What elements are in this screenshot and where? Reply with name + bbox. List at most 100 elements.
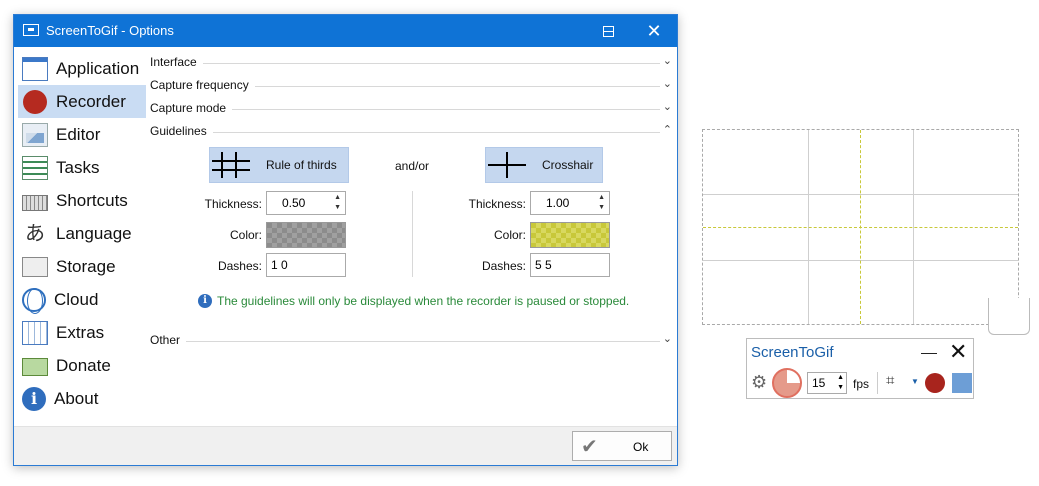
- sidebar-item-label: Cloud: [54, 289, 99, 309]
- crosshair-button[interactable]: Crosshair: [485, 147, 603, 183]
- donate-icon: [22, 358, 48, 376]
- chevron-down-icon: ⌄: [662, 55, 672, 67]
- crosshair-guideline: [703, 227, 1018, 228]
- footer-bar: ✔ Ok: [14, 426, 677, 465]
- settings-content: Interface ⌄ Capture frequency ⌄ Capture …: [150, 53, 674, 354]
- fps-label: fps: [853, 377, 870, 391]
- fps-stepper[interactable]: 15 ▲ ▼: [807, 372, 847, 394]
- dashes-label: Dashes:: [217, 259, 262, 273]
- title-bar[interactable]: ScreenToGif - Options ✕: [14, 15, 677, 47]
- rule-of-thirds-button[interactable]: Rule of thirds: [209, 147, 349, 183]
- thickness-label: Thickness:: [468, 197, 526, 211]
- section-label: Interface: [150, 55, 203, 69]
- maximize-icon: [602, 25, 614, 37]
- record-button[interactable]: [925, 373, 945, 393]
- sidebar-item-label: Tasks: [56, 157, 100, 177]
- recorder-toolbar: ScreenToGif ✕ ⚙ 15 ▲ ▼ fps ⌗ ▼: [746, 338, 974, 399]
- sidebar-item-label: Application: [56, 58, 140, 78]
- chevron-up-icon: ⌃: [662, 124, 672, 136]
- section-capture-mode[interactable]: Capture mode ⌄: [150, 99, 674, 122]
- thirds-thickness-stepper[interactable]: 0.50 ▲ ▼: [266, 191, 346, 215]
- divider: [150, 132, 660, 133]
- gear-icon[interactable]: ⚙: [751, 372, 767, 393]
- recorder-minimize-button[interactable]: [921, 353, 937, 354]
- section-label: Capture frequency: [150, 78, 255, 92]
- sidebar-item-storage[interactable]: Storage: [18, 250, 146, 283]
- capture-area[interactable]: [702, 129, 1019, 325]
- ok-button[interactable]: ✔ Ok: [572, 431, 672, 461]
- storage-icon: [22, 256, 48, 277]
- info-text: The guidelines will only be displayed wh…: [217, 294, 630, 308]
- globe-icon: [22, 287, 46, 314]
- color-label: Color:: [229, 228, 262, 242]
- recorder-icon: [23, 89, 47, 114]
- decrement-icon[interactable]: ▼: [837, 384, 844, 391]
- crosshair-color-swatch[interactable]: [530, 222, 610, 248]
- increment-icon[interactable]: ▲: [334, 194, 341, 201]
- chevron-down-icon: ⌄: [662, 333, 672, 345]
- section-other[interactable]: Other ⌄: [150, 331, 674, 354]
- sidebar-item-recorder[interactable]: Recorder: [18, 85, 146, 118]
- section-guidelines[interactable]: Guidelines ⌃: [150, 122, 674, 145]
- sidebar-item-about[interactable]: i About: [18, 382, 146, 415]
- sidebar-item-label: Editor: [56, 124, 101, 144]
- dashes-label: Dashes:: [481, 259, 526, 273]
- sidebar-item-shortcuts[interactable]: Shortcuts: [18, 184, 146, 217]
- sidebar-item-language[interactable]: あ Language: [18, 217, 146, 250]
- chevron-down-icon: ⌄: [662, 78, 672, 90]
- increment-icon[interactable]: ▲: [837, 374, 844, 381]
- thickness-value: 1.00: [546, 196, 570, 210]
- thirds-dashes-field[interactable]: 1 0: [266, 253, 346, 277]
- sidebar-item-label: About: [54, 388, 99, 408]
- dropdown-arrow-icon[interactable]: ▼: [911, 377, 919, 386]
- thickness-label: Thickness:: [204, 197, 262, 211]
- color-label: Color:: [493, 228, 526, 242]
- crop-icon[interactable]: ⌗: [886, 372, 894, 389]
- section-capture-frequency[interactable]: Capture frequency ⌄: [150, 76, 674, 99]
- sidebar-item-cloud[interactable]: Cloud: [18, 283, 146, 316]
- extras-icon: [22, 320, 48, 345]
- sidebar-item-label: Donate: [56, 355, 111, 375]
- application-icon: [22, 56, 48, 81]
- section-label: Other: [150, 333, 187, 347]
- window-title: ScreenToGif - Options: [46, 23, 174, 38]
- tasks-icon: [22, 155, 48, 180]
- info-icon: i: [198, 294, 212, 308]
- checkmark-icon: ✔: [581, 436, 598, 458]
- sidebar-item-application[interactable]: Application: [18, 52, 146, 85]
- section-label: Capture mode: [150, 101, 233, 115]
- sidebar-item-label: Language: [56, 223, 132, 243]
- increment-icon[interactable]: ▲: [598, 194, 605, 201]
- section-interface[interactable]: Interface ⌄: [150, 53, 674, 76]
- close-button[interactable]: ✕: [631, 15, 677, 47]
- maximize-button[interactable]: [585, 15, 631, 47]
- crosshair-thickness-stepper[interactable]: 1.00 ▲ ▼: [530, 191, 610, 215]
- decrement-icon[interactable]: ▼: [598, 204, 605, 211]
- and-or-label: and/or: [394, 159, 430, 173]
- sidebar-item-label: Recorder: [56, 91, 126, 111]
- sidebar-item-donate[interactable]: Donate: [18, 349, 146, 382]
- chevron-down-icon: ⌄: [662, 101, 672, 113]
- thirds-color-swatch[interactable]: [266, 222, 346, 248]
- capture-area-handle[interactable]: [988, 298, 1030, 335]
- crosshair-icon: [488, 152, 526, 178]
- language-icon: あ: [25, 222, 45, 245]
- snapshot-button[interactable]: [772, 368, 802, 398]
- sidebar-item-extras[interactable]: Extras: [18, 316, 146, 349]
- section-label: Guidelines: [150, 124, 213, 138]
- divider: [150, 341, 660, 342]
- sidebar-item-tasks[interactable]: Tasks: [18, 151, 146, 184]
- decrement-icon[interactable]: ▼: [334, 204, 341, 211]
- fps-value: 15: [812, 376, 826, 390]
- crosshair-dashes-field[interactable]: 5 5: [530, 253, 610, 277]
- keyboard-icon: [22, 194, 48, 211]
- column-divider: [412, 191, 413, 277]
- sidebar-item-label: Extras: [56, 322, 105, 342]
- guidelines-panel: Rule of thirds and/or Crosshair Thicknes…: [150, 145, 674, 331]
- sidebar-item-label: Storage: [56, 256, 116, 276]
- stop-button[interactable]: [952, 373, 972, 393]
- sidebar: Application Recorder Editor Tasks Shortc…: [18, 52, 146, 415]
- recorder-close-button[interactable]: ✕: [949, 341, 967, 363]
- close-icon: ✕: [646, 20, 662, 41]
- sidebar-item-editor[interactable]: Editor: [18, 118, 146, 151]
